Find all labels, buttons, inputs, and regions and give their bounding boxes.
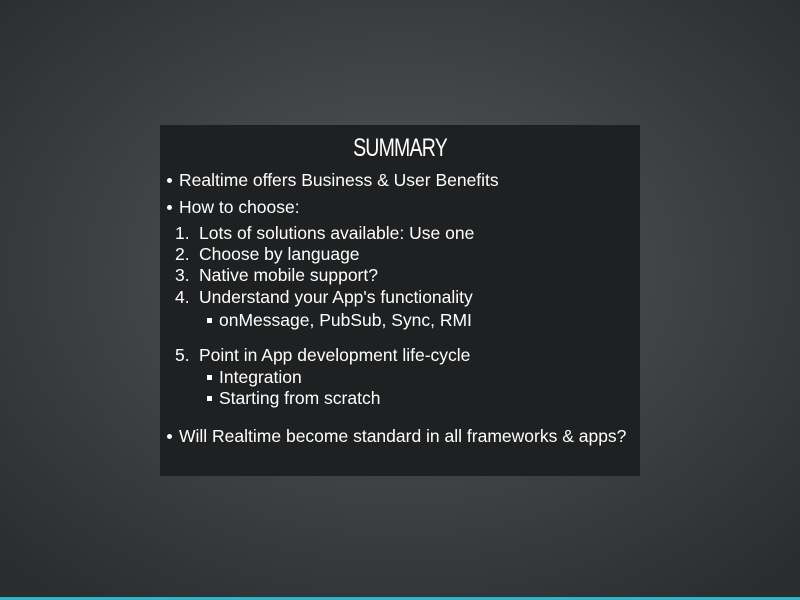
step-number: 1. <box>175 223 190 243</box>
step-number: 3. <box>175 265 190 285</box>
step-number: 5. <box>175 345 190 365</box>
step-native-mobile: Native mobile support? <box>199 265 378 285</box>
step-choose-by-language: Choose by language <box>199 244 360 264</box>
sub-bullet-square <box>207 375 212 380</box>
sub-bullet-square <box>207 396 212 401</box>
bullet-dot <box>167 205 172 210</box>
bullet-dot <box>167 178 172 183</box>
bullet-dot <box>167 434 172 439</box>
step-number: 2. <box>175 244 190 264</box>
sub-item-messaging-types: onMessage, PubSub, Sync, RMI <box>219 310 472 330</box>
step-lots-of-solutions: Lots of solutions available: Use one <box>199 223 475 243</box>
sub-item-from-scratch: Starting from scratch <box>219 388 381 408</box>
sub-bullet-square <box>207 318 212 323</box>
sub-item-integration: Integration <box>219 367 302 387</box>
slide: SUMMARY Realtime offers Business & User … <box>160 125 640 476</box>
step-number: 4. <box>175 287 190 307</box>
step-point-in-lifecycle: Point in App development life-cycle <box>199 345 471 365</box>
bullet-realtime-benefits: Realtime offers Business & User Benefits <box>179 170 499 190</box>
step-understand-functionality: Understand your App's functionality <box>199 287 473 307</box>
bullet-how-to-choose: How to choose: <box>179 197 300 217</box>
slide-title: SUMMARY <box>353 134 448 162</box>
bullet-realtime-standard: Will Realtime become standard in all fra… <box>179 426 627 446</box>
